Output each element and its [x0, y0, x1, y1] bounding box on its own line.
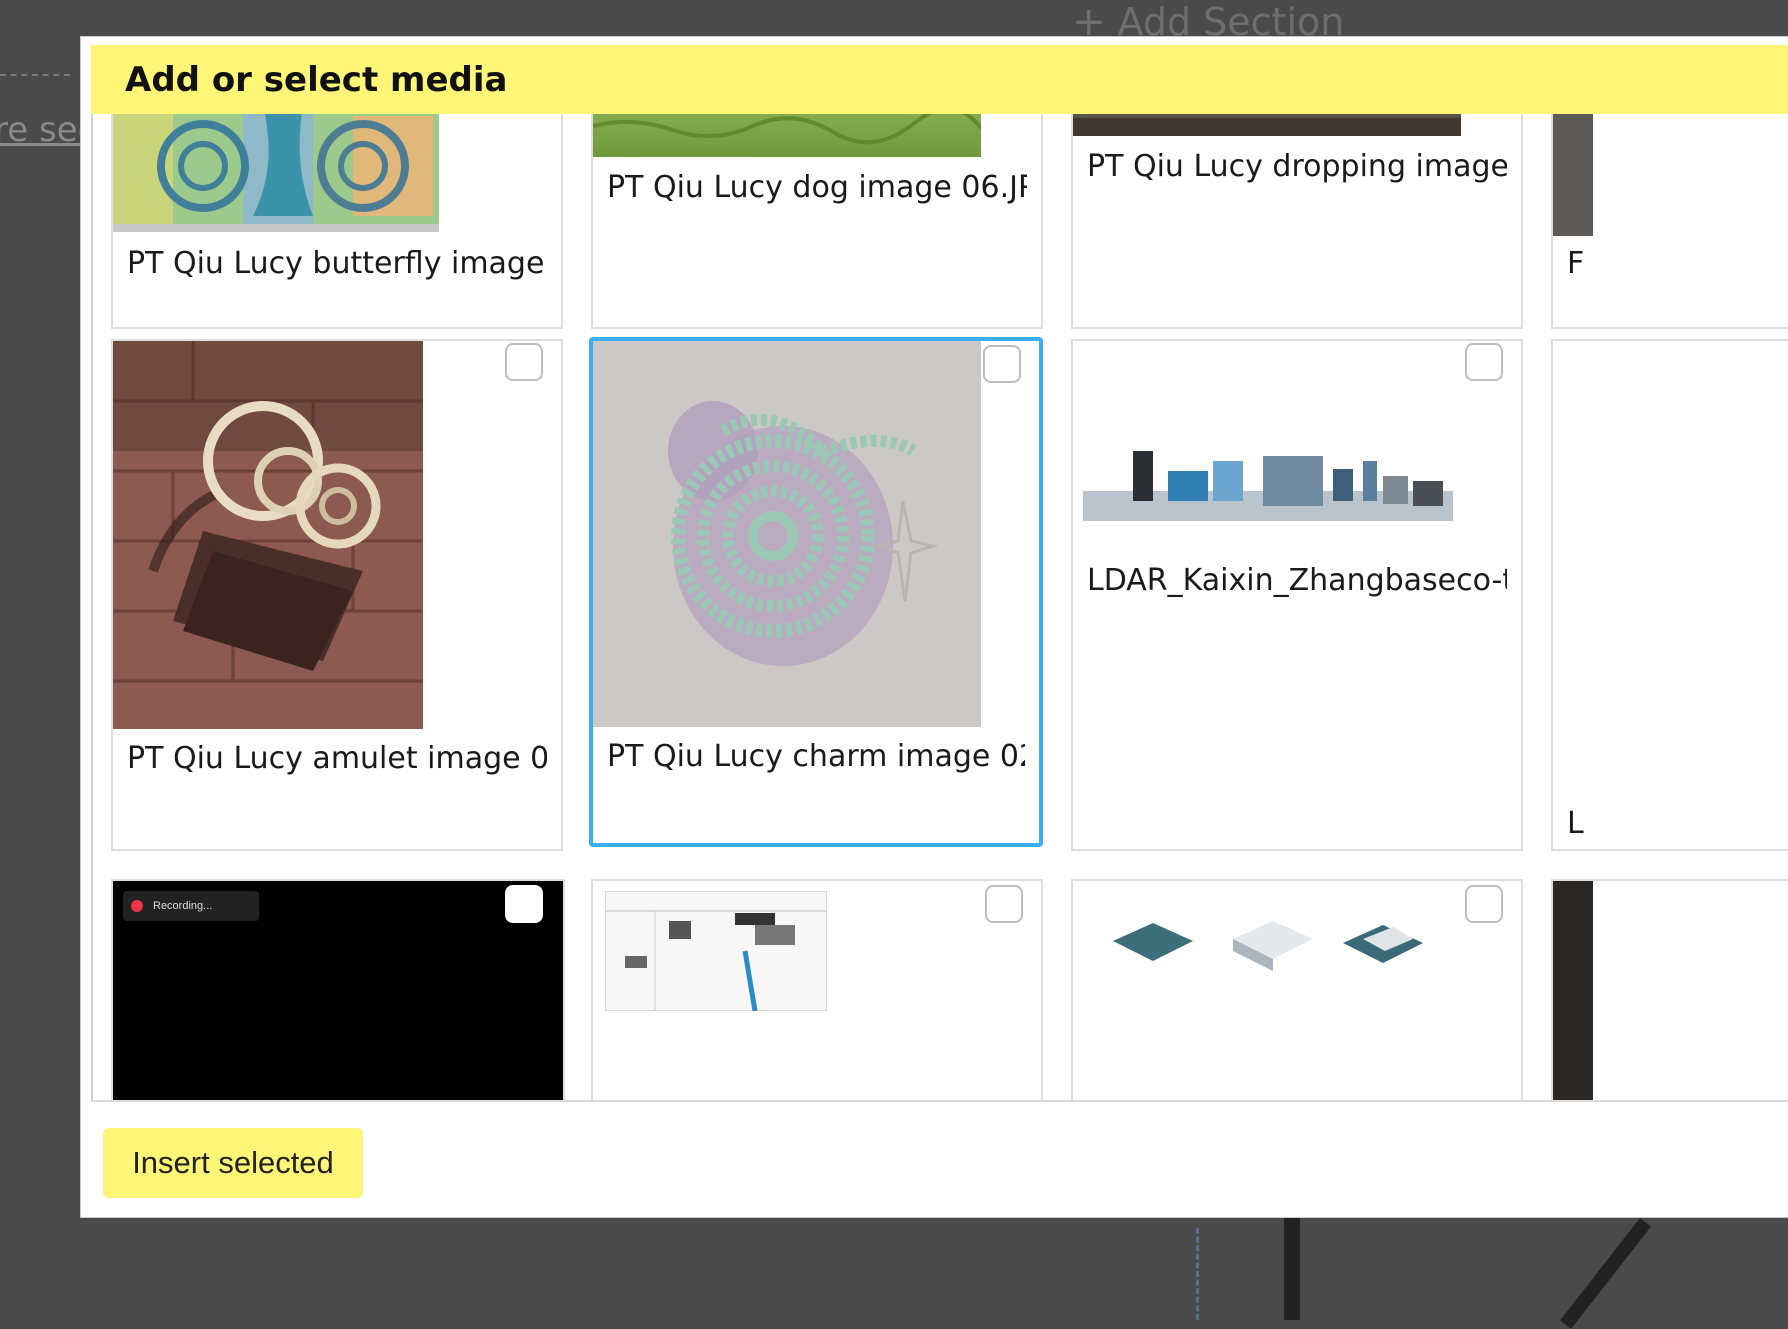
media-card[interactable]: PT Qiu Lucy amulet image 03.... [111, 339, 563, 851]
divider [0, 74, 70, 76]
modal-header: Add or select media [91, 45, 1788, 114]
media-label: PT Qiu Lucy charm image 02.j... [607, 739, 1025, 774]
select-checkbox[interactable] [505, 343, 543, 381]
media-thumbnail [1553, 114, 1593, 236]
select-checkbox[interactable] [1465, 343, 1503, 381]
media-thumbnail [605, 891, 827, 1100]
decorative-line [1559, 1218, 1652, 1329]
media-card[interactable]: L [1551, 339, 1788, 851]
media-modal: Add or select media PT Qiu Lucy butterfl… [80, 36, 1788, 1218]
media-label: PT Qiu Lucy amulet image 03.... [127, 741, 547, 776]
decorative-line [1284, 1218, 1300, 1320]
media-card[interactable]: PT Qiu Lucy dog image 06.JPG [591, 114, 1043, 329]
media-card[interactable] [1071, 879, 1523, 1100]
media-label: PT Qiu Lucy dropping image 0... [1087, 149, 1507, 184]
divider [1196, 1228, 1199, 1320]
media-thumbnail [1073, 341, 1461, 551]
media-label: PT Qiu Lucy butterfly image 0... [127, 246, 547, 281]
media-label: LDAR_Kaixin_Zhangbaseco-t... [1087, 563, 1507, 598]
select-checkbox[interactable] [983, 345, 1021, 383]
select-checkbox[interactable] [505, 885, 543, 923]
media-thumbnail [113, 341, 423, 729]
media-card[interactable]: F [1551, 114, 1788, 329]
media-thumbnail [113, 114, 439, 232]
modal-footer: Insert selected [91, 1100, 1788, 1217]
select-checkbox[interactable] [985, 885, 1023, 923]
insert-selected-button[interactable]: Insert selected [103, 1128, 363, 1198]
media-card-selected[interactable]: PT Qiu Lucy charm image 02.j... [589, 337, 1043, 847]
modal-title: Add or select media [125, 60, 508, 100]
media-thumbnail [593, 341, 981, 727]
select-checkbox[interactable] [1465, 885, 1503, 923]
media-card[interactable]: LDAR_Kaixin_Zhangbaseco-t... [1071, 339, 1523, 851]
media-thumbnail [1093, 911, 1453, 991]
media-label: PT Qiu Lucy dog image 06.JPG [607, 170, 1027, 205]
media-label: L [1567, 806, 1584, 841]
media-label: F [1567, 246, 1585, 281]
media-card[interactable]: PT Qiu Lucy dropping image 0... [1071, 114, 1523, 329]
media-card[interactable] [591, 879, 1043, 1100]
media-card[interactable] [1551, 879, 1788, 1100]
media-thumbnail [1553, 881, 1593, 1100]
recording-indicator: Recording... [123, 891, 259, 921]
media-thumbnail: Recording... [113, 881, 563, 1100]
record-icon [131, 900, 143, 912]
media-thumbnail [1073, 114, 1461, 136]
media-thumbnail [593, 114, 981, 157]
media-grid[interactable]: PT Qiu Lucy butterfly image 0... PT Qiu … [91, 114, 1788, 1100]
media-card[interactable]: PT Qiu Lucy butterfly image 0... [111, 114, 563, 329]
media-card[interactable]: Recording... [111, 879, 565, 1100]
